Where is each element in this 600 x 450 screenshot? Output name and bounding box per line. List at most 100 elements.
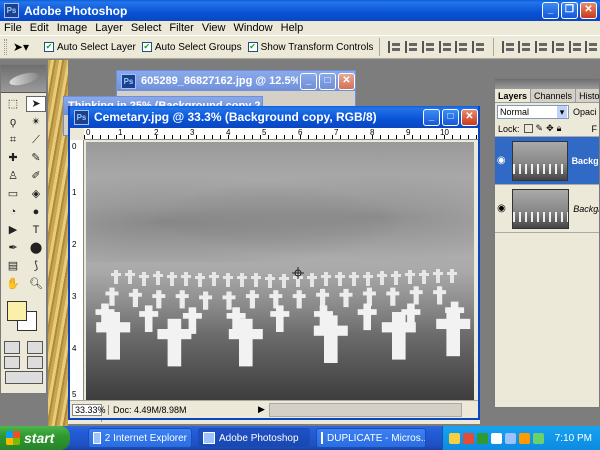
auto-select-layer-checkbox[interactable]: ✔ Auto Select Layer (43, 42, 136, 53)
screen-mode-full-button[interactable] (26, 356, 43, 369)
palette-title-bar[interactable] (495, 79, 599, 89)
zoom-tool-icon[interactable]: 🔍︎ (26, 276, 46, 292)
minimize-button[interactable]: _ (300, 72, 317, 90)
tray-icon[interactable] (490, 432, 502, 444)
foreground-color-swatch[interactable] (7, 301, 27, 321)
align-hcenter-icon[interactable] (455, 41, 468, 53)
restore-button[interactable]: ❐ (561, 2, 578, 19)
healing-brush-icon[interactable]: ✚ (3, 150, 23, 166)
minimize-button[interactable]: _ (542, 2, 559, 19)
eye-icon[interactable]: ◉ (495, 203, 508, 214)
menu-edit[interactable]: Edit (26, 22, 53, 34)
maximize-button[interactable]: □ (319, 72, 336, 90)
toolbox-header[interactable] (1, 65, 46, 93)
menu-image[interactable]: Image (53, 22, 92, 34)
tray-icon[interactable] (476, 432, 488, 444)
quick-mask-button[interactable] (26, 341, 43, 354)
lasso-tool-icon[interactable]: ϙ (3, 114, 23, 130)
menu-window[interactable]: Window (230, 22, 277, 34)
zoom-level[interactable]: 33.33% (72, 403, 106, 416)
dodge-tool-icon[interactable]: ● (26, 204, 46, 220)
slice-tool-icon[interactable]: ⟋ (26, 132, 46, 148)
close-button[interactable]: ✕ (461, 108, 478, 126)
lock-transparency-checkbox[interactable] (523, 124, 533, 133)
tab-layers[interactable]: Layers (495, 89, 532, 102)
standard-mode-button[interactable] (4, 341, 21, 354)
ruler-tick-label: 4 (72, 344, 77, 353)
ruler-vertical[interactable]: 0 1 2 3 4 5 (70, 140, 84, 400)
menu-select[interactable]: Select (127, 22, 166, 34)
hand-tool-icon[interactable]: ✋ (3, 276, 23, 292)
brush-tool-icon[interactable]: ✎ (26, 150, 46, 166)
task-duplicate-word[interactable]: DUPLICATE - Micros... (316, 428, 426, 448)
eye-icon[interactable]: ◉ (495, 155, 508, 166)
distribute-left-icon[interactable] (551, 41, 565, 53)
ruler-horizontal[interactable]: 0 1 2 3 4 5 6 7 8 9 10 (84, 128, 478, 140)
marquee-tool-icon[interactable]: ⬚ (3, 96, 23, 112)
status-arrow-icon[interactable]: ▶ (258, 404, 265, 415)
distribute-vcenter-icon[interactable] (518, 41, 531, 53)
tray-icon[interactable] (518, 432, 530, 444)
clone-stamp-icon[interactable]: ♙ (3, 168, 23, 184)
path-selection-icon[interactable]: ▶ (3, 222, 23, 238)
maximize-button[interactable]: □ (442, 108, 459, 126)
menu-view[interactable]: View (198, 22, 230, 34)
start-button[interactable]: start (0, 426, 70, 450)
crop-tool-icon[interactable]: ⌗ (3, 132, 23, 148)
horizontal-scrollbar[interactable] (268, 402, 462, 417)
tab-history[interactable]: Histor (576, 89, 600, 102)
tab-channels[interactable]: Channels (531, 89, 577, 102)
padlock-icon[interactable]: 🔒︎ (557, 123, 562, 134)
blur-tool-icon[interactable]: ◔ (3, 204, 23, 220)
align-right-icon[interactable] (471, 41, 485, 53)
task-internet-explorer[interactable]: 2 Internet Explorer (88, 428, 192, 448)
tray-icon[interactable] (462, 432, 474, 444)
align-vcenter-icon[interactable] (405, 41, 418, 53)
distribute-hcenter-icon[interactable] (568, 41, 582, 53)
close-button[interactable]: ✕ (338, 72, 355, 90)
eraser-tool-icon[interactable]: ▭ (3, 186, 23, 202)
paint-bucket-icon[interactable]: ◈ (26, 186, 46, 202)
show-transform-controls-checkbox[interactable]: ✔ Show Transform Controls (247, 42, 373, 53)
auto-select-groups-checkbox[interactable]: ✔ Auto Select Groups (141, 42, 242, 53)
blend-mode-select[interactable]: Normal (497, 105, 569, 119)
move-tool-preset-icon[interactable]: ➤▾ (13, 38, 38, 56)
document-main-title-bar[interactable]: Ps Cemetary.jpg @ 33.3% (Background copy… (70, 106, 478, 128)
notes-tool-icon[interactable]: ▤ (3, 258, 23, 274)
minimize-button[interactable]: _ (423, 108, 440, 126)
align-left-icon[interactable] (438, 41, 452, 53)
tray-icon[interactable] (532, 432, 544, 444)
menu-file[interactable]: File (0, 22, 26, 34)
distribute-bottom-icon[interactable] (535, 41, 548, 53)
eyedropper-icon[interactable]: ⟆ (26, 258, 46, 274)
menu-filter[interactable]: Filter (165, 22, 197, 34)
move-tool-icon[interactable]: ➤ (26, 96, 46, 112)
clock[interactable]: 7:10 PM (555, 433, 592, 444)
menu-help[interactable]: Help (277, 22, 308, 34)
distribute-right-icon[interactable] (585, 41, 598, 53)
move-lock-icon[interactable]: ✥ (546, 123, 554, 134)
layer-row[interactable]: ◉ Backgr (495, 185, 599, 233)
document-window-main[interactable]: Ps Cemetary.jpg @ 33.3% (Background copy… (68, 106, 480, 420)
options-grip[interactable] (4, 39, 7, 55)
shape-tool-icon[interactable]: ⬤ (26, 240, 46, 256)
document-back-title-bar[interactable]: Ps 605289_86827162.jpg @ 12.5% ... _ □ ✕ (117, 71, 355, 91)
align-top-icon[interactable] (388, 41, 401, 53)
task-adobe-photoshop[interactable]: Adobe Photoshop (198, 428, 310, 448)
pen-tool-icon[interactable]: ✒ (3, 240, 23, 256)
type-tool-icon[interactable]: T (26, 222, 46, 238)
align-bottom-icon[interactable] (421, 41, 435, 53)
document-canvas[interactable] (86, 142, 474, 400)
screen-mode-standard-button[interactable] (4, 356, 21, 369)
jump-to-imageready-button[interactable] (4, 371, 43, 384)
history-brush-icon[interactable]: ✐ (26, 168, 46, 184)
menu-layer[interactable]: Layer (91, 22, 127, 34)
brush-lock-icon[interactable]: ✎ (536, 123, 544, 134)
tray-icon[interactable] (448, 432, 460, 444)
tray-icon[interactable] (504, 432, 516, 444)
feather-icon[interactable] (7, 69, 40, 88)
layer-row[interactable]: ◉ Backgr (495, 137, 599, 185)
close-button[interactable]: ✕ (580, 2, 597, 19)
magic-wand-tool-icon[interactable]: ✴ (26, 114, 46, 130)
distribute-top-icon[interactable] (501, 41, 515, 53)
